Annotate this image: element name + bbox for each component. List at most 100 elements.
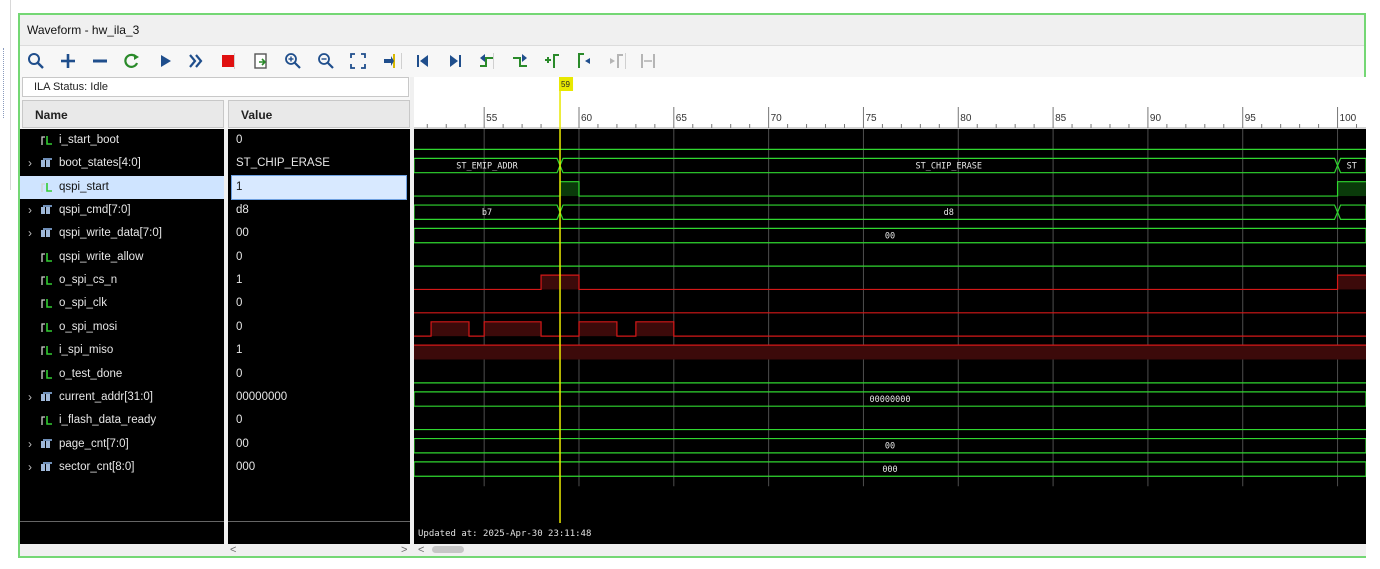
go-last-icon[interactable]: [444, 50, 466, 72]
toolbar-separator: [401, 53, 402, 69]
zoom-fit-icon[interactable]: [347, 50, 369, 72]
expand-chevron-icon[interactable]: ›: [28, 437, 32, 451]
panel-dots: [3, 48, 6, 118]
expand-chevron-icon[interactable]: ›: [28, 226, 32, 240]
zoom-out-icon[interactable]: [315, 50, 337, 72]
signal-name: i_spi_miso: [59, 344, 114, 357]
scroll-right-arrow[interactable]: >: [401, 544, 407, 556]
refresh-icon[interactable]: [121, 50, 143, 72]
run-icon[interactable]: [154, 50, 176, 72]
add-marker-icon[interactable]: [541, 50, 563, 72]
bus-value-label: 000: [882, 465, 897, 475]
time-tick-label: 90: [1150, 113, 1162, 124]
signal-value-cell[interactable]: 0: [232, 409, 406, 432]
signal-value-cell[interactable]: 1: [232, 339, 406, 362]
signal-value-cell[interactable]: 00: [232, 433, 406, 456]
signal-value-cell[interactable]: 0: [232, 363, 406, 386]
next-marker-icon[interactable]: [605, 50, 627, 72]
prev-marker-icon[interactable]: [573, 50, 595, 72]
signal-value-cell[interactable]: 1: [232, 269, 406, 292]
signal-name: i_flash_data_ready: [59, 414, 157, 427]
go-first-icon[interactable]: [412, 50, 434, 72]
signal-row[interactable]: i_spi_miso: [20, 339, 224, 362]
signal-value-cell[interactable]: 0: [232, 129, 406, 152]
time-tick-label: 100: [1340, 113, 1357, 124]
run-fast-icon[interactable]: [185, 50, 207, 72]
high-level-fill: [1337, 275, 1366, 290]
zoom-in-icon[interactable]: [282, 50, 304, 72]
signal-value: 000: [236, 460, 256, 473]
signal-name: qspi_write_data[7:0]: [59, 227, 162, 240]
toolbar-separator: [234, 53, 235, 69]
time-tick-label: 55: [486, 113, 498, 124]
signal-value: 0: [236, 367, 243, 380]
signal-row[interactable]: qspi_start: [20, 175, 224, 199]
high-level-fill: [1337, 181, 1366, 197]
horizontal-scrollbar[interactable]: < > <: [20, 544, 1366, 556]
wire-icon: [41, 299, 52, 309]
signal-value-cell[interactable]: d8: [232, 199, 406, 222]
value-column-header[interactable]: Value: [228, 100, 410, 128]
wire-icon: [41, 252, 52, 262]
signal-value: 1: [236, 180, 243, 193]
stop-icon[interactable]: [217, 50, 239, 72]
zoom-add-icon[interactable]: [57, 50, 79, 72]
wave-scroll-left-arrow[interactable]: <: [418, 544, 424, 556]
signal-value-cell[interactable]: 0: [232, 316, 406, 339]
signal-name: o_spi_mosi: [59, 320, 118, 333]
scroll-left-arrow[interactable]: <: [230, 544, 236, 556]
toolbar-separator: [625, 53, 626, 69]
signal-row[interactable]: o_spi_clk: [20, 292, 224, 315]
export-icon[interactable]: [250, 50, 272, 72]
signal-row[interactable]: o_test_done: [20, 363, 224, 386]
signal-value: 0: [236, 250, 243, 263]
signal-value-cell[interactable]: 1: [231, 174, 407, 200]
signal-row[interactable]: o_spi_mosi: [20, 316, 224, 339]
time-tick-label: 75: [865, 113, 877, 124]
signal-row[interactable]: i_flash_data_ready: [20, 409, 224, 432]
wire-icon: [41, 346, 52, 356]
goto-cursor-icon[interactable]: [379, 50, 401, 72]
signal-name-list: i_start_boot › boot_states[4:0] qspi_start ›…: [20, 129, 224, 544]
prev-transition-icon[interactable]: [476, 50, 498, 72]
search-icon[interactable]: [25, 50, 47, 72]
remove-icon[interactable]: [89, 50, 111, 72]
next-transition-icon[interactable]: [509, 50, 531, 72]
signal-value-cell[interactable]: 00000000: [232, 386, 406, 409]
signal-value-cell[interactable]: ST_CHIP_ERASE: [232, 152, 406, 175]
wire-icon: [41, 182, 52, 192]
toolbar: [20, 47, 1364, 75]
scroll-thumb[interactable]: [432, 546, 464, 553]
wire-icon: [41, 322, 52, 332]
list-bottom-line: [20, 521, 224, 522]
signal-value: 0: [236, 320, 243, 333]
signal-row[interactable]: › page_cnt[7:0]: [20, 433, 224, 456]
bus-icon: [41, 461, 52, 471]
signal-value: ST_CHIP_ERASE: [236, 157, 330, 170]
signal-value-cell[interactable]: 0: [232, 246, 406, 269]
signal-row[interactable]: qspi_write_allow: [20, 246, 224, 269]
signal-row[interactable]: i_start_boot: [20, 129, 224, 152]
signal-row[interactable]: › qspi_cmd[7:0]: [20, 199, 224, 222]
signal-name: qspi_write_allow: [59, 250, 144, 263]
signal-row[interactable]: › current_addr[31:0]: [20, 386, 224, 409]
signal-name: o_test_done: [59, 367, 123, 380]
high-level-fill: [560, 181, 579, 197]
signal-row[interactable]: › boot_states[4:0]: [20, 152, 224, 175]
signal-value-cell[interactable]: 00: [232, 222, 406, 245]
signal-row[interactable]: › qspi_write_data[7:0]: [20, 222, 224, 245]
swap-cursors-icon[interactable]: [637, 50, 659, 72]
expand-chevron-icon[interactable]: ›: [28, 203, 32, 217]
expand-chevron-icon[interactable]: ›: [28, 460, 32, 474]
expand-chevron-icon[interactable]: ›: [28, 390, 32, 404]
name-column-header[interactable]: Name: [22, 100, 224, 128]
signal-value-cell[interactable]: 000: [232, 456, 406, 479]
waveform-canvas[interactable]: 55 60 65 70 75 80 85 90 95 100 ST_EMIP_ADDR ST_CHIP…: [414, 77, 1366, 544]
signal-row[interactable]: › sector_cnt[8:0]: [20, 456, 224, 479]
signal-name: current_addr[31:0]: [59, 390, 153, 403]
signal-name: page_cnt[7:0]: [59, 437, 129, 450]
signal-name: o_spi_clk: [59, 297, 107, 310]
signal-row[interactable]: o_spi_cs_n: [20, 269, 224, 292]
signal-value-cell[interactable]: 0: [232, 292, 406, 315]
expand-chevron-icon[interactable]: ›: [28, 156, 32, 170]
